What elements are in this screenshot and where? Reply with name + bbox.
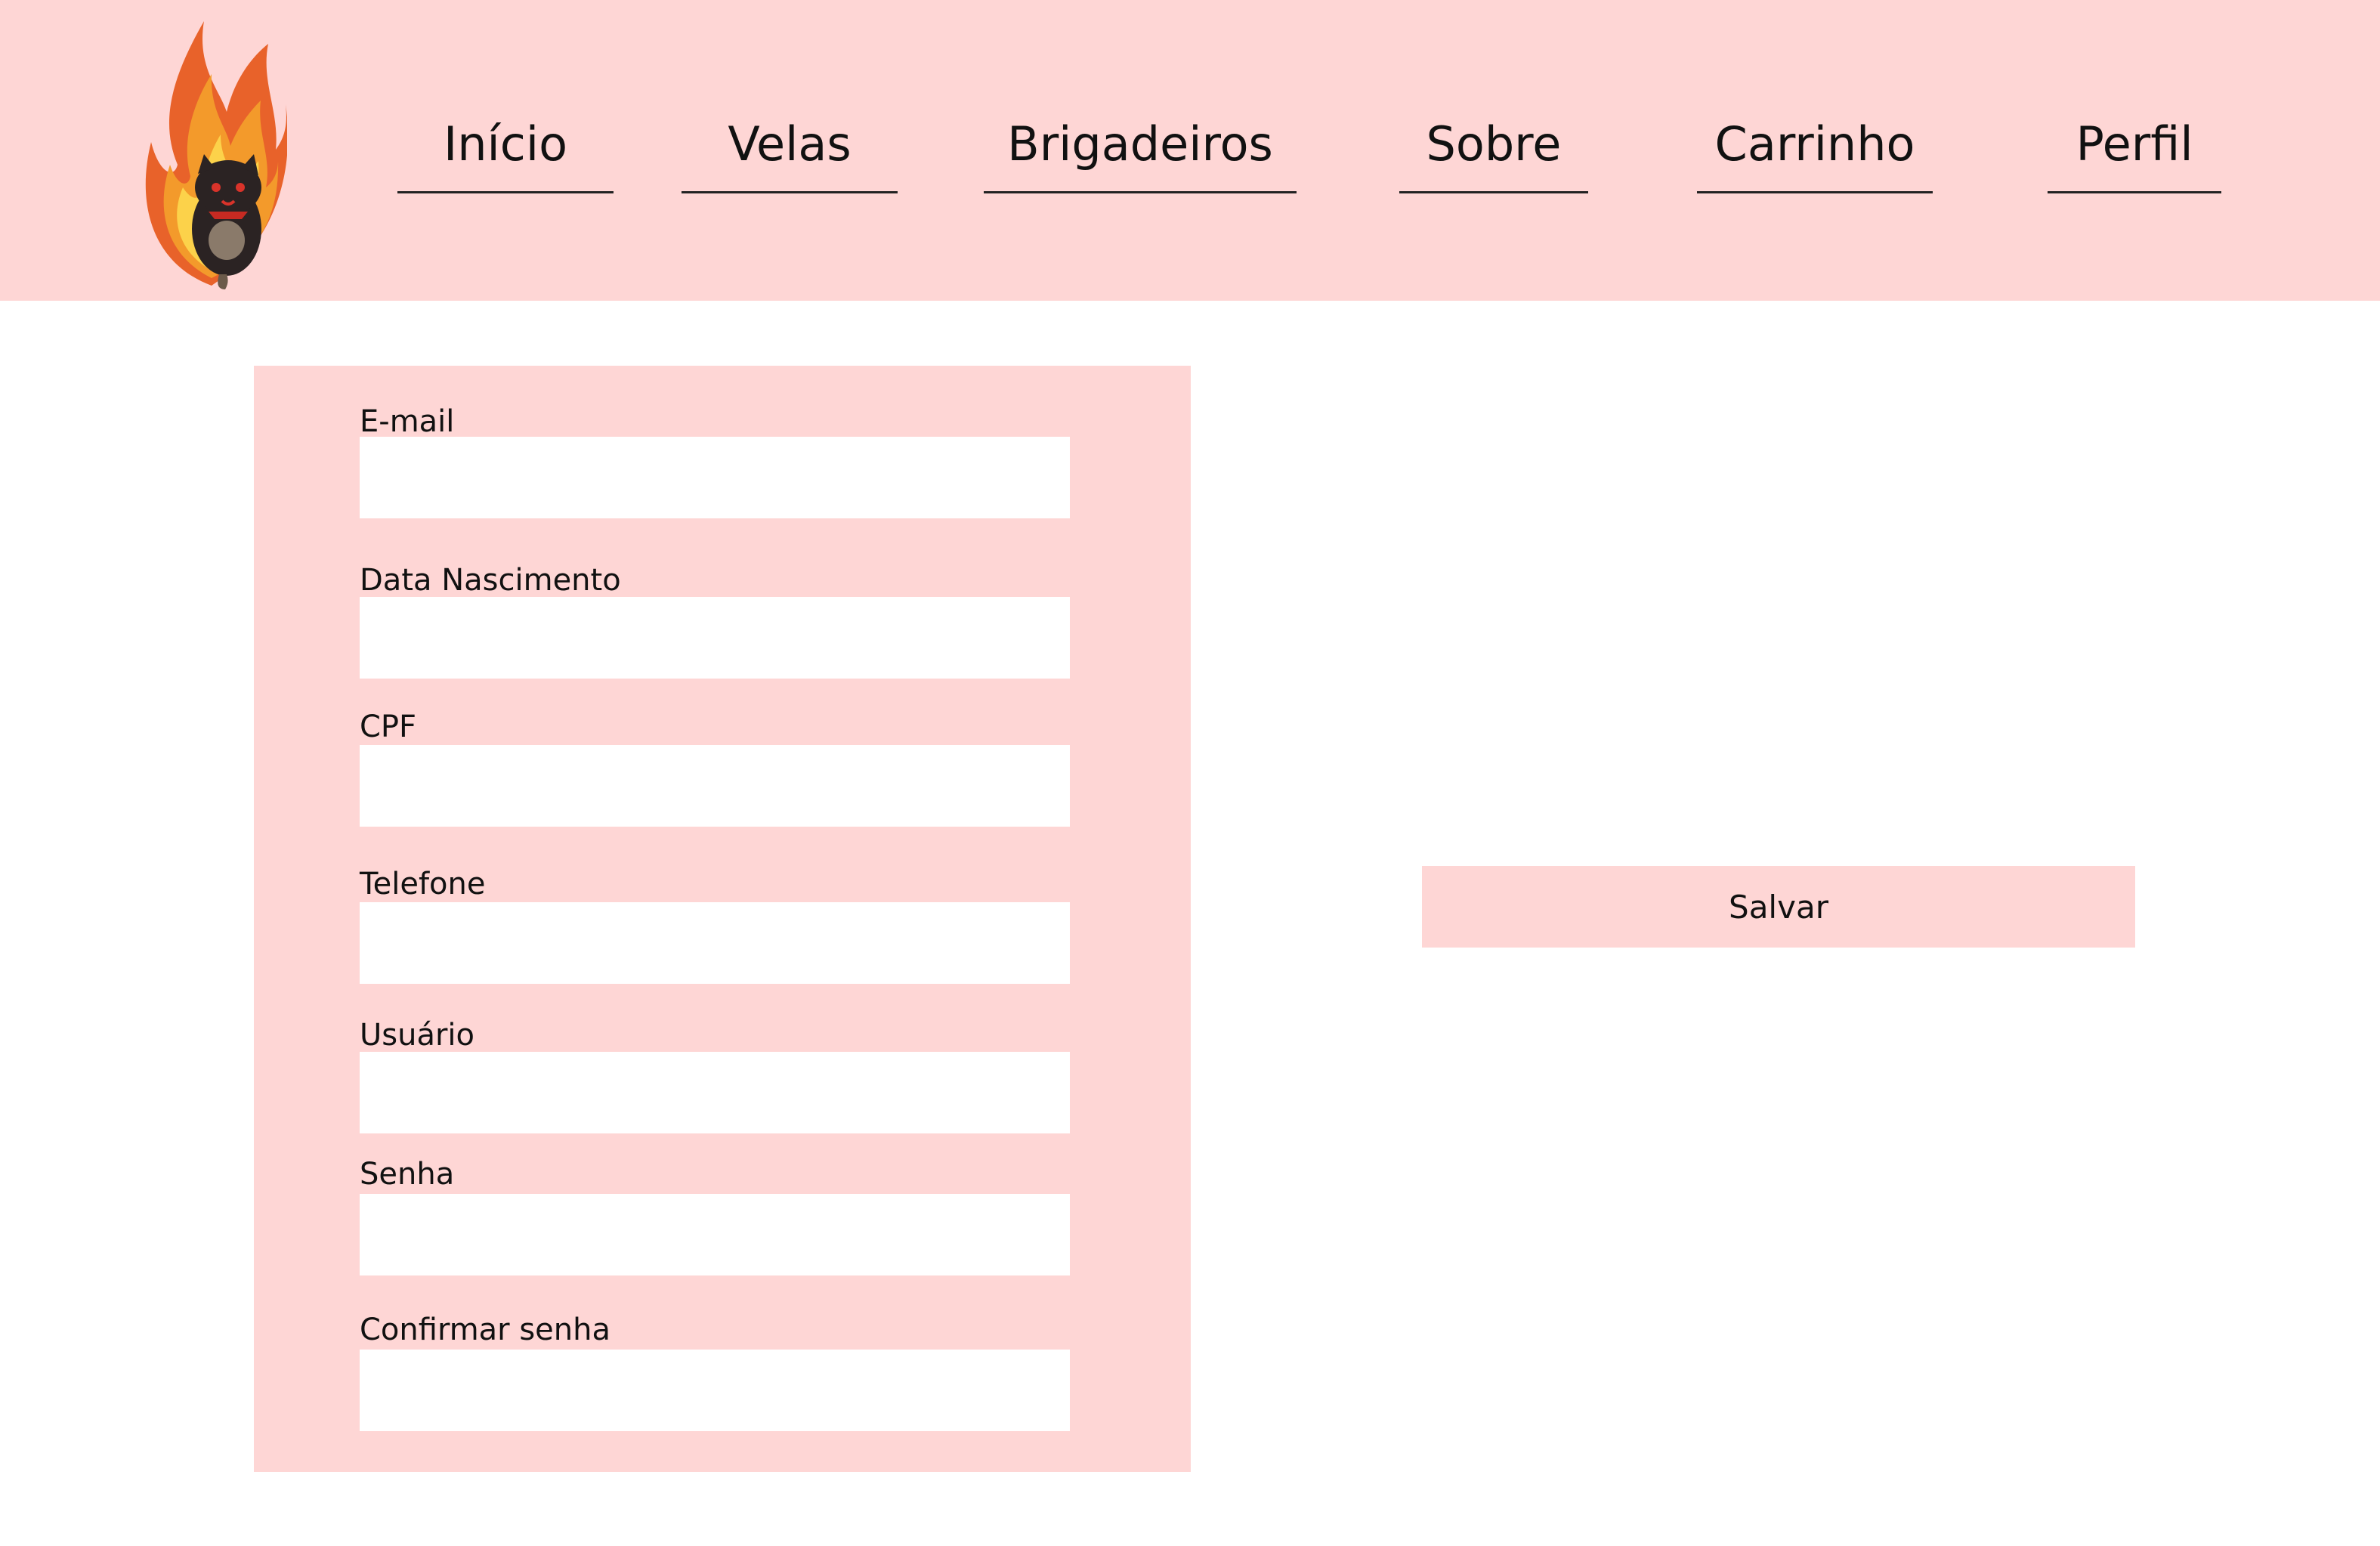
nav-carrinho-label: Carrinho (1714, 116, 1915, 172)
nav-brigadeiros[interactable]: Brigadeiros (984, 113, 1297, 193)
site-header: Início Velas Brigadeiros Sobre Carrinho … (0, 0, 2380, 301)
nav-brigadeiros-label: Brigadeiros (1007, 116, 1273, 172)
nav-sobre[interactable]: Sobre (1399, 113, 1588, 193)
confirm-password-field[interactable] (360, 1350, 1070, 1431)
nav-velas-label: Velas (728, 116, 852, 172)
birthdate-label: Data Nascimento (360, 563, 621, 598)
password-field[interactable] (360, 1194, 1070, 1275)
phone-field[interactable] (360, 902, 1070, 984)
email-field[interactable] (360, 437, 1070, 518)
nav-inicio-label: Início (443, 116, 568, 172)
nav-inicio[interactable]: Início (397, 113, 614, 193)
nav-carrinho[interactable]: Carrinho (1697, 113, 1933, 193)
flame-cat-logo-icon[interactable] (136, 14, 289, 293)
cpf-label: CPF (360, 710, 417, 744)
username-label: Usuário (360, 1018, 475, 1053)
birthdate-field[interactable] (360, 597, 1070, 679)
nav-perfil[interactable]: Perfil (2048, 113, 2221, 193)
save-button[interactable]: Salvar (1422, 866, 2135, 948)
nav-sobre-label: Sobre (1426, 116, 1562, 172)
confirm-password-label: Confirmar senha (360, 1313, 610, 1347)
nav-velas[interactable]: Velas (682, 113, 898, 193)
nav-perfil-label: Perfil (2076, 116, 2193, 172)
password-label: Senha (360, 1157, 455, 1192)
phone-label: Telefone (360, 867, 486, 901)
username-field[interactable] (360, 1052, 1070, 1133)
email-label: E-mail (360, 404, 455, 439)
cpf-field[interactable] (360, 745, 1070, 827)
